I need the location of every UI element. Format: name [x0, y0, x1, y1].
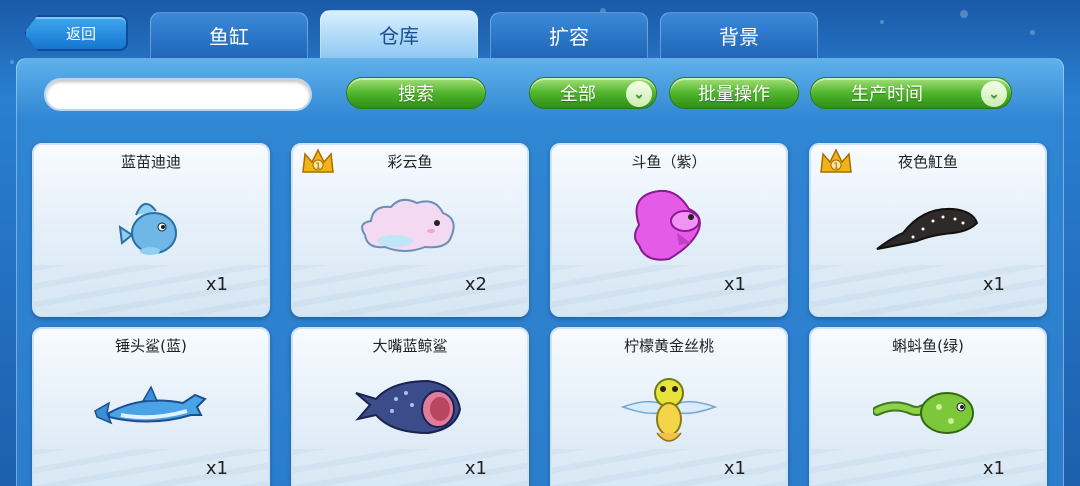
filter-selected-label: 全部	[560, 84, 596, 105]
crown-icon: 1	[820, 148, 852, 173]
hammerhead-shark-icon	[94, 385, 207, 425]
back-button[interactable]: 返回	[24, 15, 128, 51]
item-count: x1	[723, 458, 746, 479]
chevron-down-icon: ⌄	[626, 81, 652, 107]
item-name: 斗鱼（紫）	[631, 153, 707, 171]
tab-warehouse[interactable]: 仓库	[320, 10, 478, 58]
svg-text:1: 1	[833, 162, 838, 171]
tab-bar: 鱼缸 仓库 扩容 背景	[150, 10, 818, 58]
item-grid: 蓝苗迪迪 x1 1 彩云鱼 x2 斗鱼（紫） x1 1 夜色魟鱼 x1 锤头鲨(…	[32, 143, 1048, 486]
item-count: x1	[982, 458, 1005, 479]
item-card[interactable]: 柠檬黄金丝桃 x1	[550, 327, 788, 486]
batch-operation-button[interactable]: 批量操作	[669, 77, 799, 109]
item-card[interactable]: 蝌蚪鱼(绿) x1	[809, 327, 1047, 486]
item-name: 大嘴蓝鲸鲨	[372, 337, 448, 355]
sort-selected-label: 生产时间	[851, 84, 923, 105]
tab-expand[interactable]: 扩容	[490, 12, 648, 58]
back-button-label: 返回	[65, 24, 96, 43]
item-count: x1	[205, 458, 228, 479]
crown-icon: 1	[302, 148, 334, 173]
yellow-frog-fish-icon	[620, 378, 718, 442]
item-count: x1	[205, 274, 228, 295]
filter-dropdown[interactable]: 全部 ⌄	[529, 77, 657, 109]
item-name: 蓝苗迪迪	[120, 153, 181, 171]
item-name: 柠檬黄金丝桃	[623, 337, 714, 355]
item-card[interactable]: 1 夜色魟鱼 x1	[809, 143, 1047, 317]
item-card[interactable]: 斗鱼（紫） x1	[550, 143, 788, 317]
tab-background[interactable]: 背景	[660, 12, 818, 58]
purple-betta-fish-icon	[634, 189, 701, 261]
blue-round-fish-icon	[118, 203, 177, 255]
item-count: x2	[464, 274, 487, 295]
tab-fish-tank[interactable]: 鱼缸	[150, 12, 308, 58]
item-count: x1	[982, 274, 1005, 295]
item-card[interactable]: 大嘴蓝鲸鲨 x1	[291, 327, 529, 486]
item-name: 锤头鲨(蓝)	[115, 337, 187, 355]
item-name: 蝌蚪鱼(绿)	[892, 337, 964, 355]
item-count: x1	[723, 274, 746, 295]
search-input[interactable]	[44, 78, 312, 111]
sort-dropdown[interactable]: 生产时间 ⌄	[810, 77, 1012, 109]
search-button[interactable]: 搜索	[346, 77, 486, 109]
svg-text:1: 1	[315, 162, 320, 171]
stingray-icon	[876, 207, 979, 250]
chevron-down-icon: ⌄	[981, 81, 1007, 107]
cloud-fish-icon	[361, 198, 455, 252]
item-card[interactable]: 锤头鲨(蓝) x1	[32, 327, 270, 486]
whale-shark-icon	[355, 379, 462, 435]
item-card[interactable]: 蓝苗迪迪 x1	[32, 143, 270, 317]
item-count: x1	[464, 458, 487, 479]
item-card[interactable]: 1 彩云鱼 x2	[291, 143, 529, 317]
green-tadpole-fish-icon	[873, 392, 974, 434]
